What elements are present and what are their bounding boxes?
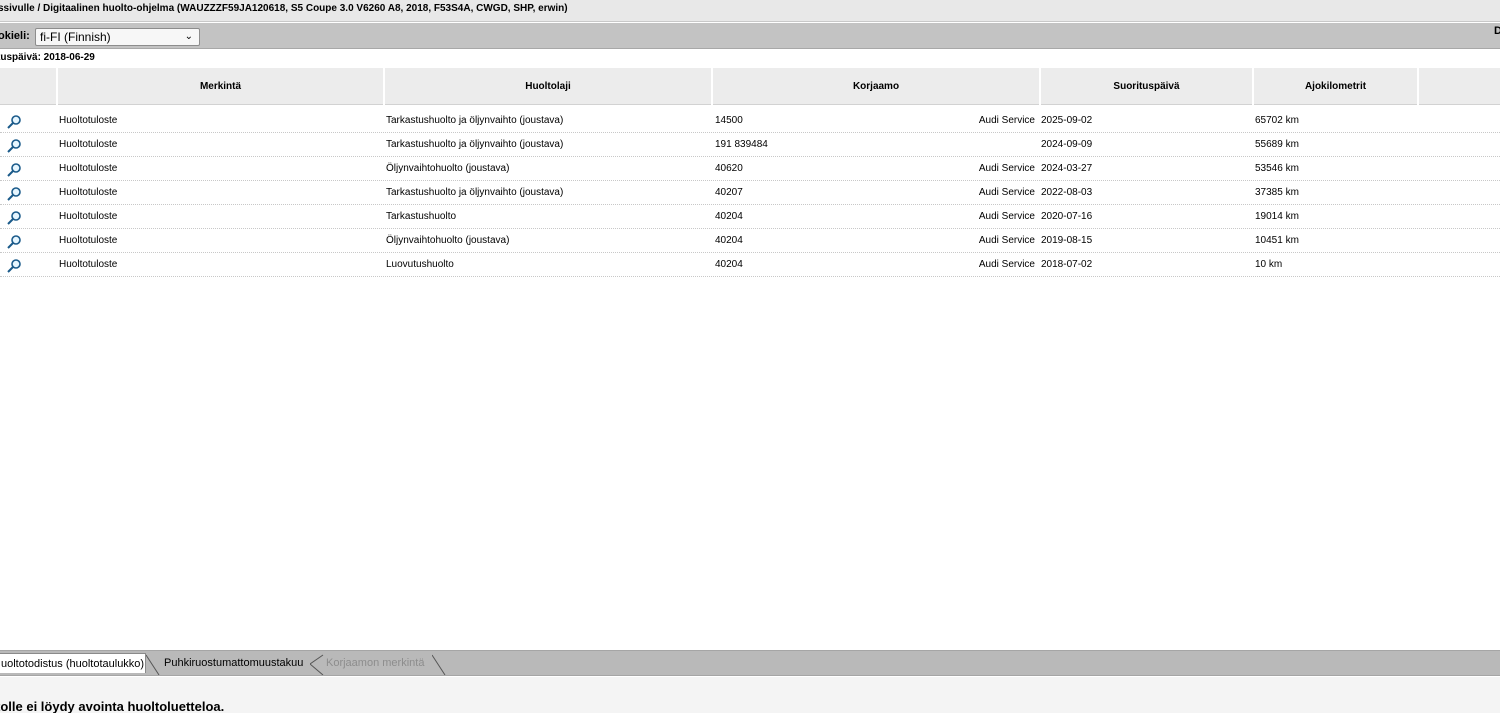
mileage-cell: 53546 km: [1255, 163, 1299, 174]
table-row: Huoltotuloste Öljynvaihtohuolto (joustav…: [0, 229, 1500, 253]
header-icon-column: [0, 68, 56, 105]
tab-service-record[interactable]: uoltotodistus (huoltotaulukko): [0, 653, 146, 673]
service-type-cell: Tarkastushuolto: [386, 211, 457, 222]
table-row: Huoltotuloste Tarkastushuolto 40204 Audi…: [0, 205, 1500, 229]
service-type-cell: Tarkastushuolto ja öljynvaihto (joustava…: [386, 139, 564, 150]
workshop-number-cell: 14500: [715, 115, 743, 126]
language-label: okieli:: [0, 30, 30, 42]
entry-cell: Huoltotuloste: [59, 211, 118, 222]
table-row: Huoltotuloste Tarkastushuolto ja öljynva…: [0, 109, 1500, 133]
workshop-name-cell: Audi Service: [978, 115, 1035, 126]
date-cell: 2018-07-02: [1041, 259, 1093, 270]
service-type-cell: Luovutushuolto: [386, 259, 454, 270]
mileage-cell: 10451 km: [1255, 235, 1299, 246]
breadcrumb: ssivulle / Digitaalinen huolto-ohjelma (…: [0, 3, 568, 14]
workshop-name-cell: Audi Service: [978, 187, 1035, 198]
entry-cell: Huoltotuloste: [59, 259, 118, 270]
workshop-name-cell: Audi Service: [978, 163, 1035, 174]
language-select[interactable]: fi-FI (Finnish) ⌄: [35, 28, 200, 46]
workshop-name-cell: Audi Service: [978, 235, 1035, 246]
service-type-cell: Tarkastushuolto ja öljynvaihto (joustava…: [386, 115, 564, 126]
header-korjaamo[interactable]: Korjaamo: [711, 68, 1039, 105]
magnifier-icon[interactable]: [6, 162, 22, 178]
table-header: Merkintä Huoltolaji Korjaamo Suorituspäi…: [0, 68, 1500, 105]
no-service-list-message: tolle ei löydy avointa huoltoluetteloa.: [0, 699, 225, 713]
magnifier-icon[interactable]: [6, 210, 22, 226]
workshop-number-cell: 40620: [715, 163, 743, 174]
header-ajokilometrit[interactable]: Ajokilometrit: [1252, 68, 1417, 105]
header-extra-column: [1417, 68, 1500, 105]
workshop-number-cell: 40204: [715, 235, 743, 246]
tab-divider: [146, 654, 160, 675]
magnifier-icon[interactable]: [6, 234, 22, 250]
entry-cell: Huoltotuloste: [59, 163, 118, 174]
date-cell: 2019-08-15: [1041, 235, 1093, 246]
message-area: tolle ei löydy avointa huoltoluetteloa.: [0, 677, 1500, 713]
corner-label: D: [1494, 25, 1500, 37]
table-row: Huoltotuloste Öljynvaihtohuolto (joustav…: [0, 157, 1500, 181]
magnifier-icon[interactable]: [6, 138, 22, 154]
delivery-date: tuspäivä: 2018-06-29: [0, 52, 95, 63]
mileage-cell: 55689 km: [1255, 139, 1299, 150]
chevron-down-icon: ⌄: [184, 31, 193, 42]
table-row: Huoltotuloste Tarkastushuolto ja öljynva…: [0, 133, 1500, 157]
tab-rust-warranty[interactable]: Puhkiruostumattomuustakuu: [160, 653, 310, 673]
table-row: Huoltotuloste Tarkastushuolto ja öljynva…: [0, 181, 1500, 205]
workshop-number-cell: 40204: [715, 211, 743, 222]
header-suorituspaiva[interactable]: Suorituspäivä: [1039, 68, 1252, 105]
language-bar: okieli: fi-FI (Finnish) ⌄ D: [0, 23, 1500, 49]
workshop-name-cell: Audi Service: [978, 211, 1035, 222]
entry-cell: Huoltotuloste: [59, 235, 118, 246]
service-type-cell: Tarkastushuolto ja öljynvaihto (joustava…: [386, 187, 564, 198]
entry-cell: Huoltotuloste: [59, 187, 118, 198]
tab-workshop-entry: Korjaamon merkintä: [326, 657, 425, 669]
entry-cell: Huoltotuloste: [59, 139, 118, 150]
entry-cell: Huoltotuloste: [59, 115, 118, 126]
workshop-name-cell: [900, 133, 1035, 157]
workshop-name-cell: Audi Service: [978, 259, 1035, 270]
workshop-number-cell: 40204: [715, 259, 743, 270]
language-selected-value: fi-FI (Finnish): [40, 30, 111, 44]
date-cell: 2025-09-02: [1041, 115, 1093, 126]
magnifier-icon[interactable]: [6, 258, 22, 274]
service-type-cell: Öljynvaihtohuolto (joustava): [386, 163, 510, 174]
tab-strip: uoltotodistus (huoltotaulukko) Puhkiruos…: [0, 650, 1500, 676]
mileage-cell: 65702 km: [1255, 115, 1299, 126]
date-cell: 2020-07-16: [1041, 211, 1093, 222]
header-merkinta[interactable]: Merkintä: [56, 68, 383, 105]
magnifier-icon[interactable]: [6, 186, 22, 202]
date-cell: 2024-03-27: [1041, 163, 1093, 174]
tab-divider: [432, 654, 446, 675]
table-row: Huoltotuloste Luovutushuolto 40204 Audi …: [0, 253, 1500, 277]
workshop-number-cell: 40207: [715, 187, 743, 198]
mileage-cell: 19014 km: [1255, 211, 1299, 222]
mileage-cell: 37385 km: [1255, 187, 1299, 198]
mileage-cell: 10 km: [1255, 259, 1283, 270]
date-cell: 2022-08-03: [1041, 187, 1093, 198]
header-huoltolaji[interactable]: Huoltolaji: [383, 68, 711, 105]
magnifier-icon[interactable]: [6, 114, 22, 130]
service-type-cell: Öljynvaihtohuolto (joustava): [386, 235, 510, 246]
breadcrumb-bar: ssivulle / Digitaalinen huolto-ohjelma (…: [0, 0, 1500, 22]
workshop-number-cell: 191 839484: [715, 139, 768, 150]
date-cell: 2024-09-09: [1041, 139, 1093, 150]
